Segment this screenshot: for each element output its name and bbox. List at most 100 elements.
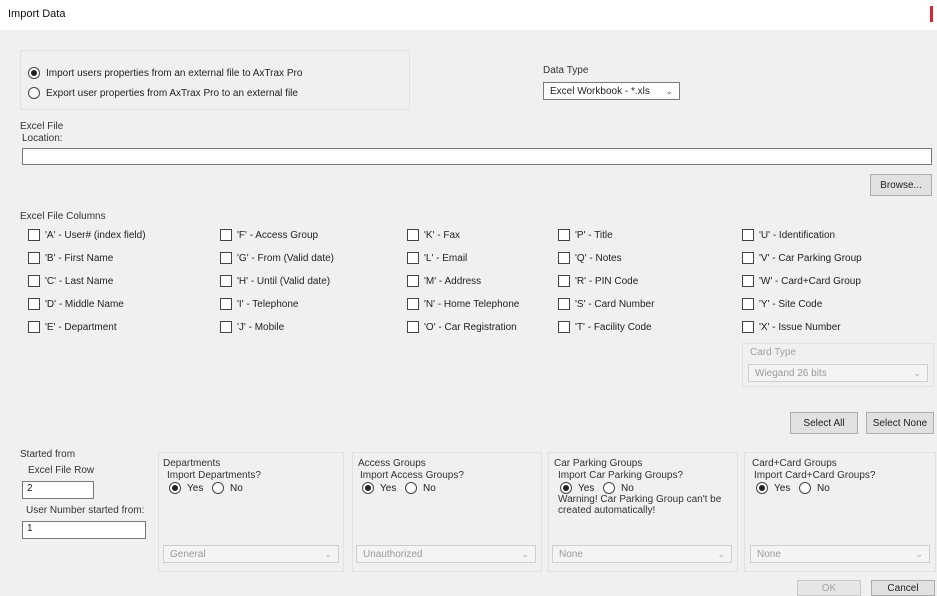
car-parking-no-option[interactable]: No bbox=[603, 482, 634, 494]
column-checkbox-y[interactable]: 'Y' - Site Code bbox=[742, 298, 822, 310]
cancel-button[interactable]: Cancel bbox=[871, 580, 935, 596]
checkbox[interactable] bbox=[28, 275, 40, 287]
checkbox-label: 'L' - Email bbox=[424, 252, 468, 264]
card-type-select[interactable]: Wiegand 26 bits ⌄ bbox=[748, 364, 928, 382]
ok-button[interactable]: OK bbox=[797, 580, 861, 596]
checkbox[interactable] bbox=[742, 298, 754, 310]
column-checkbox-s[interactable]: 'S' - Card Number bbox=[558, 298, 654, 310]
column-checkbox-o[interactable]: 'O' - Car Registration bbox=[407, 321, 517, 333]
card-groups-yes-radio[interactable] bbox=[756, 482, 768, 494]
access-groups-no-radio[interactable] bbox=[405, 482, 417, 494]
select-all-button[interactable]: Select All bbox=[790, 412, 858, 434]
column-checkbox-e[interactable]: 'E' - Department bbox=[28, 321, 117, 333]
card-groups-yes-option[interactable]: Yes bbox=[756, 482, 790, 494]
checkbox[interactable] bbox=[28, 229, 40, 241]
card-groups-title: Card+Card Groups bbox=[752, 458, 837, 469]
checkbox[interactable] bbox=[558, 275, 570, 287]
departments-no-option[interactable]: No bbox=[212, 482, 243, 494]
checkbox[interactable] bbox=[742, 252, 754, 264]
column-checkbox-h[interactable]: 'H' - Until (Valid date) bbox=[220, 275, 330, 287]
checkbox[interactable] bbox=[407, 298, 419, 310]
location-input[interactable] bbox=[22, 148, 932, 165]
checkbox[interactable] bbox=[558, 252, 570, 264]
column-checkbox-m[interactable]: 'M' - Address bbox=[407, 275, 481, 287]
column-checkbox-c[interactable]: 'C' - Last Name bbox=[28, 275, 113, 287]
checkbox[interactable] bbox=[407, 321, 419, 333]
chevron-down-icon: ⌄ bbox=[665, 85, 673, 96]
checkbox-label: 'U' - Identification bbox=[759, 229, 836, 241]
checkbox-label: 'P' - Title bbox=[575, 229, 613, 241]
column-checkbox-j[interactable]: 'J' - Mobile bbox=[220, 321, 284, 333]
excel-file-row-input[interactable]: 2 bbox=[22, 481, 94, 499]
browse-button[interactable]: Browse... bbox=[870, 174, 932, 196]
access-groups-yes-radio[interactable] bbox=[362, 482, 374, 494]
checkbox-label: 'O' - Car Registration bbox=[424, 321, 517, 333]
car-parking-default-select[interactable]: None ⌄ bbox=[552, 545, 732, 563]
car-parking-yes-radio[interactable] bbox=[560, 482, 572, 494]
access-groups-title: Access Groups bbox=[358, 458, 426, 469]
import-mode-label: Import users properties from an external… bbox=[46, 67, 303, 79]
car-parking-no-radio[interactable] bbox=[603, 482, 615, 494]
card-groups-default-select[interactable]: None ⌄ bbox=[750, 545, 930, 563]
column-checkbox-u[interactable]: 'U' - Identification bbox=[742, 229, 835, 241]
column-checkbox-q[interactable]: 'Q' - Notes bbox=[558, 252, 622, 264]
departments-default-value: General bbox=[170, 548, 206, 560]
access-groups-yes-option[interactable]: Yes bbox=[362, 482, 396, 494]
departments-no-label: No bbox=[230, 482, 243, 494]
export-mode-option[interactable]: Export user properties from AxTrax Pro t… bbox=[28, 87, 298, 99]
checkbox-label: 'I' - Telephone bbox=[237, 298, 299, 310]
column-checkbox-v[interactable]: 'V' - Car Parking Group bbox=[742, 252, 862, 264]
export-mode-label: Export user properties from AxTrax Pro t… bbox=[46, 87, 298, 99]
card-groups-no-radio[interactable] bbox=[799, 482, 811, 494]
checkbox[interactable] bbox=[407, 275, 419, 287]
checkbox[interactable] bbox=[28, 252, 40, 264]
checkbox[interactable] bbox=[558, 321, 570, 333]
column-checkbox-l[interactable]: 'L' - Email bbox=[407, 252, 467, 264]
departments-yes-option[interactable]: Yes bbox=[169, 482, 203, 494]
checkbox[interactable] bbox=[742, 275, 754, 287]
column-checkbox-g[interactable]: 'G' - From (Valid date) bbox=[220, 252, 334, 264]
column-checkbox-d[interactable]: 'D' - Middle Name bbox=[28, 298, 124, 310]
column-checkbox-f[interactable]: 'F' - Access Group bbox=[220, 229, 318, 241]
import-mode-radio[interactable] bbox=[28, 67, 40, 79]
checkbox[interactable] bbox=[220, 275, 232, 287]
column-checkbox-p[interactable]: 'P' - Title bbox=[558, 229, 613, 241]
column-checkbox-i[interactable]: 'I' - Telephone bbox=[220, 298, 298, 310]
card-groups-no-option[interactable]: No bbox=[799, 482, 830, 494]
data-type-label: Data Type bbox=[543, 65, 589, 76]
column-checkbox-k[interactable]: 'K' - Fax bbox=[407, 229, 460, 241]
checkbox[interactable] bbox=[28, 298, 40, 310]
title-bar bbox=[0, 0, 937, 30]
checkbox-label: 'S' - Card Number bbox=[575, 298, 655, 310]
export-mode-radio[interactable] bbox=[28, 87, 40, 99]
checkbox[interactable] bbox=[742, 321, 754, 333]
checkbox[interactable] bbox=[220, 321, 232, 333]
select-none-button[interactable]: Select None bbox=[866, 412, 934, 434]
departments-default-select[interactable]: General ⌄ bbox=[163, 545, 339, 563]
checkbox[interactable] bbox=[407, 252, 419, 264]
column-checkbox-a[interactable]: 'A' - User# (index field) bbox=[28, 229, 146, 241]
column-checkbox-b[interactable]: 'B' - First Name bbox=[28, 252, 113, 264]
column-checkbox-x[interactable]: 'X' - Issue Number bbox=[742, 321, 841, 333]
access-groups-no-option[interactable]: No bbox=[405, 482, 436, 494]
user-number-input[interactable]: 1 bbox=[22, 521, 146, 539]
checkbox[interactable] bbox=[220, 298, 232, 310]
departments-yes-radio[interactable] bbox=[169, 482, 181, 494]
checkbox[interactable] bbox=[220, 229, 232, 241]
checkbox[interactable] bbox=[220, 252, 232, 264]
column-checkbox-r[interactable]: 'R' - PIN Code bbox=[558, 275, 638, 287]
import-mode-option[interactable]: Import users properties from an external… bbox=[28, 67, 302, 79]
departments-no-radio[interactable] bbox=[212, 482, 224, 494]
column-checkbox-n[interactable]: 'N' - Home Telephone bbox=[407, 298, 519, 310]
checkbox[interactable] bbox=[28, 321, 40, 333]
checkbox[interactable] bbox=[558, 298, 570, 310]
column-checkbox-t[interactable]: 'T' - Facility Code bbox=[558, 321, 652, 333]
data-type-select[interactable]: Excel Workbook - *.xls ⌄ bbox=[543, 82, 680, 100]
checkbox[interactable] bbox=[558, 229, 570, 241]
access-groups-default-select[interactable]: Unauthorized ⌄ bbox=[356, 545, 536, 563]
checkbox[interactable] bbox=[742, 229, 754, 241]
checkbox-label: 'X' - Issue Number bbox=[759, 321, 841, 333]
checkbox[interactable] bbox=[407, 229, 419, 241]
car-parking-yes-option[interactable]: Yes bbox=[560, 482, 594, 494]
column-checkbox-w[interactable]: 'W' - Card+Card Group bbox=[742, 275, 861, 287]
